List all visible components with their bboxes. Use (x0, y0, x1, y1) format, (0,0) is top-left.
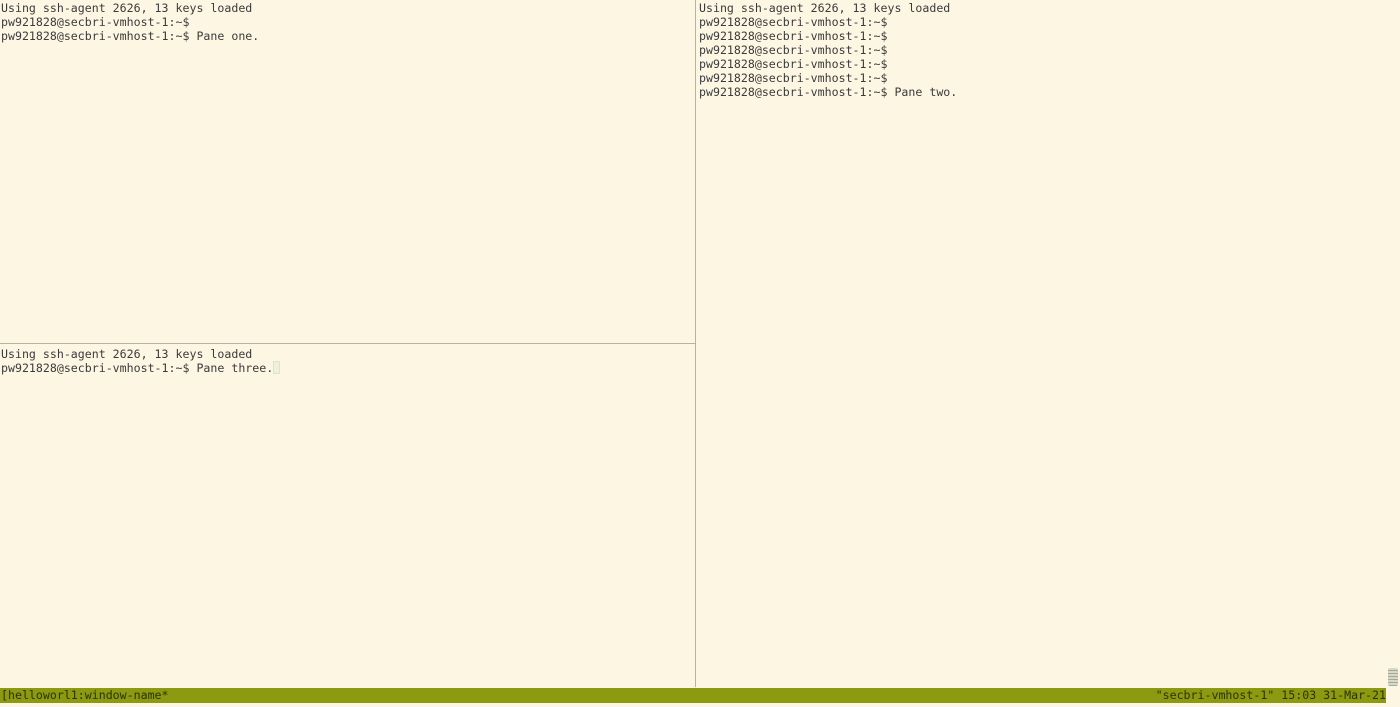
terminal-line: pw921828@secbri-vmhost-1:~$ Pane one. (1, 29, 260, 43)
terminal-pane-two[interactable]: Using ssh-agent 2626, 13 keys loaded pw9… (698, 0, 1386, 687)
terminal-line-active: pw921828@secbri-vmhost-1:~$ Pane three. (1, 361, 695, 375)
scrollbar-thumb[interactable] (1388, 668, 1398, 686)
pane-divider-horizontal[interactable] (0, 343, 695, 344)
pane-two-output: Using ssh-agent 2626, 13 keys loaded pw9… (698, 0, 1386, 99)
tmux-status-bar: [helloworl1:window-name* "secbri-vmhost-… (0, 688, 1386, 703)
terminal-line: pw921828@secbri-vmhost-1:~$ (699, 71, 888, 85)
terminal-pane-one[interactable]: Using ssh-agent 2626, 13 keys loaded pw9… (0, 0, 695, 343)
status-right-info: "secbri-vmhost-1" 15:03 31-Mar-21 (1156, 688, 1386, 703)
pane-divider-vertical[interactable] (695, 0, 696, 687)
terminal-line: Using ssh-agent 2626, 13 keys loaded (1, 1, 253, 15)
status-session-window[interactable]: [helloworl1:window-name* (1, 688, 169, 703)
terminal-pane-three[interactable]: Using ssh-agent 2626, 13 keys loaded pw9… (0, 346, 695, 687)
status-date: 31-Mar-21 (1323, 688, 1386, 702)
terminal-line: pw921828@secbri-vmhost-1:~$ (699, 57, 888, 71)
terminal-line: pw921828@secbri-vmhost-1:~$ (1, 15, 190, 29)
terminal-line: pw921828@secbri-vmhost-1:~$ (699, 29, 888, 43)
pane-three-output: Using ssh-agent 2626, 13 keys loaded pw9… (0, 346, 695, 375)
terminal-line: pw921828@secbri-vmhost-1:~$ Pane two. (699, 85, 958, 99)
terminal-line: pw921828@secbri-vmhost-1:~$ (699, 43, 888, 57)
status-time: 15:03 (1281, 688, 1317, 702)
active-prompt-text: pw921828@secbri-vmhost-1:~$ Pane three. (1, 361, 274, 375)
terminal-line: pw921828@secbri-vmhost-1:~$ (699, 15, 888, 29)
terminal-line: Using ssh-agent 2626, 13 keys loaded (1, 347, 253, 361)
text-cursor (273, 361, 281, 374)
pane-one-output: Using ssh-agent 2626, 13 keys loaded pw9… (0, 0, 695, 43)
terminal-line: Using ssh-agent 2626, 13 keys loaded (699, 1, 951, 15)
window-bottom-edge (0, 703, 1400, 707)
status-hostname: "secbri-vmhost-1" (1155, 688, 1275, 702)
terminal-scrollbar[interactable] (1386, 0, 1400, 687)
